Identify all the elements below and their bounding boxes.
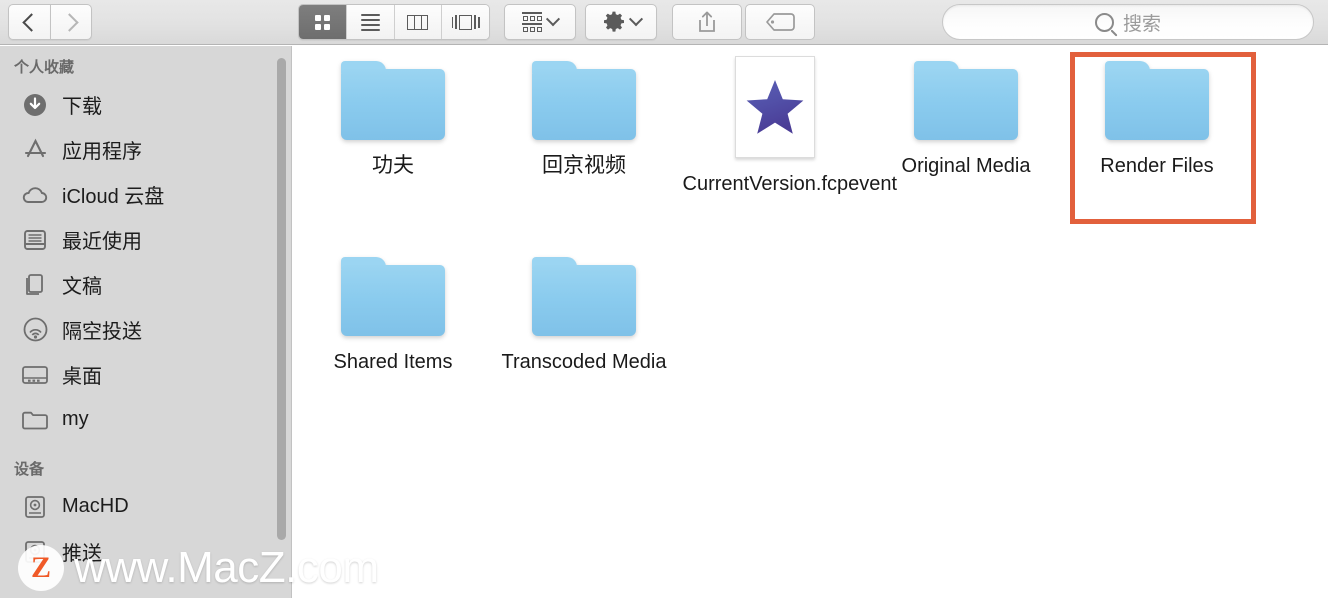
sidebar-item-desktop[interactable]: 桌面 [0, 352, 291, 397]
sidebar-section-favorites-title: 个人收藏 [14, 59, 75, 76]
sidebar-scrollbar[interactable] [277, 58, 286, 540]
sidebar-item-label: 最近使用 [62, 231, 142, 253]
folder-icon [532, 61, 636, 140]
folder-icon [532, 257, 636, 336]
column-view-icon [407, 14, 429, 30]
tag-icon [766, 13, 795, 31]
sidebar-item-label: my [62, 408, 89, 430]
view-mode-segmented-control[interactable] [298, 4, 490, 40]
view-mode-gallery[interactable] [442, 5, 489, 39]
fcp-event-icon [735, 56, 815, 158]
share-icon [699, 11, 715, 32]
folder-icon [914, 61, 1018, 140]
file-item-folder[interactable]: Original Media [871, 61, 1061, 180]
sidebar-item-device-2[interactable]: 推送 [0, 529, 291, 574]
sidebar-item-recents[interactable]: 最近使用 [0, 217, 291, 262]
sidebar-item-label: 隔空投送 [62, 321, 142, 343]
harddisk-icon [20, 537, 50, 567]
sidebar-item-label: 下载 [62, 96, 102, 118]
documents-icon [20, 270, 50, 300]
sidebar-item-label: 推送 [62, 543, 102, 565]
sidebar-item-machd[interactable]: MacHD [0, 484, 291, 529]
applications-icon [20, 135, 50, 165]
sidebar-item-label: iCloud 云盘 [62, 186, 165, 208]
file-grid: 功夫 回京视频 CurrentVersion.fcpevent Original… [293, 46, 1328, 598]
search-placeholder: 搜索 [1122, 13, 1161, 35]
search-icon [1094, 12, 1114, 32]
sidebar-item-downloads[interactable]: 下载 [0, 82, 291, 127]
chevron-down-icon [628, 12, 643, 27]
sidebar: 个人收藏 下载 应用程序 iCloud 云盘 最近使用 文稿 隔空投送 桌面 m… [0, 46, 292, 598]
view-mode-icon[interactable] [299, 5, 347, 39]
chevron-down-icon [545, 12, 561, 27]
file-item-folder[interactable]: 功夫 [298, 61, 488, 180]
folder-icon [341, 61, 445, 140]
list-view-icon [360, 11, 380, 34]
desktop-icon [20, 360, 50, 390]
sidebar-item-my[interactable]: my [0, 397, 291, 442]
finder-window: 搜索 个人收藏 下载 应用程序 iCloud 云盘 最近使用 文稿 隔空投送 桌… [0, 0, 1328, 598]
sidebar-item-label: 桌面 [62, 366, 102, 388]
sidebar-item-icloud[interactable]: iCloud 云盘 [0, 172, 291, 217]
file-item-label: Transcoded Media [501, 351, 667, 373]
chevron-right-icon [60, 12, 79, 32]
back-button[interactable] [8, 4, 50, 40]
file-item-folder[interactable]: Transcoded Media [489, 257, 679, 376]
share-button[interactable] [672, 4, 742, 40]
gallery-view-icon [451, 14, 480, 30]
file-item-label: Shared Items [333, 351, 453, 373]
icloud-icon [20, 180, 50, 210]
file-item-folder[interactable]: 回京视频 [489, 61, 679, 180]
tags-button[interactable] [745, 4, 815, 40]
sidebar-item-label: 应用程序 [62, 141, 142, 163]
arrange-by-button[interactable] [504, 4, 576, 40]
arrange-by-icon [522, 12, 542, 32]
file-item-label: 功夫 [372, 154, 414, 177]
forward-button[interactable] [50, 4, 92, 40]
toolbar: 搜索 [0, 0, 1328, 45]
sidebar-item-airdrop[interactable]: 隔空投送 [0, 307, 291, 352]
folder-icon [341, 257, 445, 336]
file-item-folder[interactable]: Shared Items [298, 257, 488, 376]
file-item-label: CurrentVersion.fcpevent [682, 173, 898, 195]
file-item-label: Render Files [1100, 155, 1214, 177]
sidebar-item-label: MacHD [62, 495, 129, 517]
sidebar-item-label: 文稿 [62, 276, 102, 298]
search-field[interactable]: 搜索 [942, 4, 1314, 40]
chevron-left-icon [21, 12, 41, 32]
file-item-document[interactable]: CurrentVersion.fcpevent [680, 56, 898, 198]
file-item-folder-render-files[interactable]: Render Files [1062, 61, 1252, 180]
file-item-label: 回京视频 [542, 154, 626, 177]
view-mode-column[interactable] [394, 5, 443, 39]
folder-icon [20, 405, 50, 435]
harddisk-icon [20, 492, 50, 522]
sidebar-item-documents[interactable]: 文稿 [0, 262, 291, 307]
airdrop-icon [20, 315, 50, 345]
download-circle-icon [20, 90, 50, 120]
grid-view-icon [314, 14, 330, 30]
gear-icon [603, 11, 624, 32]
folder-icon [1105, 61, 1209, 140]
sidebar-section-devices-title: 设备 [14, 461, 45, 478]
view-mode-list[interactable] [346, 5, 395, 39]
file-item-label: Original Media [901, 155, 1031, 177]
recents-icon [20, 225, 50, 255]
action-menu-button[interactable] [585, 4, 657, 40]
sidebar-item-applications[interactable]: 应用程序 [0, 127, 291, 172]
